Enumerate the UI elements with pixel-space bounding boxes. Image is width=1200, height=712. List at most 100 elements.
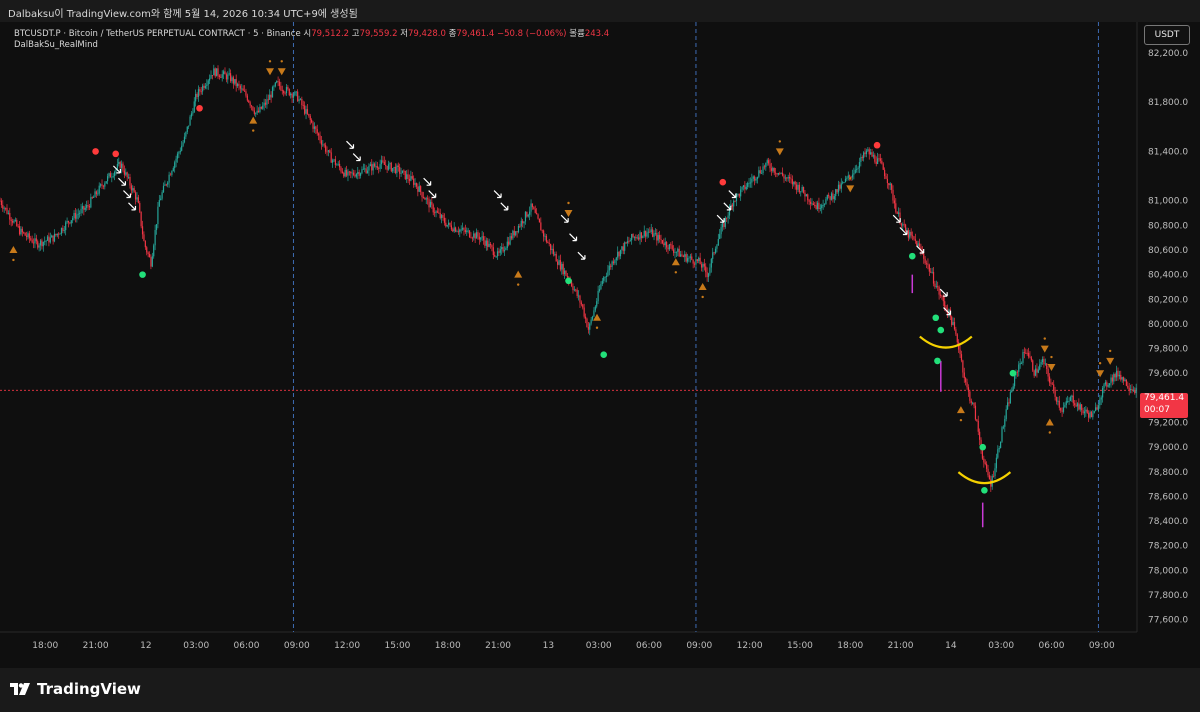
candle-body <box>1046 363 1048 369</box>
candle-body <box>997 449 999 458</box>
candle-body <box>480 237 482 240</box>
candle-body <box>1079 404 1081 410</box>
symbol-name[interactable]: BTCUSDT.P · Bitcoin / TetherUS PERPETUAL… <box>14 29 301 39</box>
candle-body <box>671 245 673 250</box>
candle-body <box>775 172 777 174</box>
candle-body <box>552 248 555 255</box>
candle-body <box>365 168 367 174</box>
candle-body <box>772 167 774 171</box>
candle-body <box>414 183 416 185</box>
candle-body <box>74 212 77 219</box>
candle-body <box>350 171 352 174</box>
candle-body <box>995 457 998 469</box>
candle-body <box>784 177 786 179</box>
candle-body <box>155 224 158 231</box>
candle-body <box>401 170 404 174</box>
price-tick-label: 79,800.0 <box>1148 345 1188 355</box>
buy-signal-dot <box>937 326 945 334</box>
candle-body <box>411 176 413 179</box>
signal-arrow <box>428 190 437 199</box>
candle-body <box>1002 426 1004 428</box>
candle-body <box>1128 387 1130 391</box>
candle-body <box>1001 427 1003 442</box>
candle-body <box>429 201 432 208</box>
price-tick-label: 78,400.0 <box>1148 517 1188 527</box>
candle-body <box>501 247 503 250</box>
candle-body <box>446 224 448 227</box>
candle-body <box>456 231 458 233</box>
candle-body <box>387 164 390 170</box>
candle-body <box>979 431 981 440</box>
candle-body <box>415 183 418 187</box>
candle-body <box>77 213 79 215</box>
candlestick-chart[interactable]: 82,200.0 81,800.0 81,400.0 81,000.0 80,800.0… <box>0 22 1200 668</box>
candle-body <box>653 233 655 237</box>
candle-body <box>181 145 183 151</box>
candle-body <box>955 329 957 335</box>
candle-body <box>7 213 9 214</box>
candle-body <box>120 163 123 168</box>
candle-body <box>427 198 429 200</box>
currency-button[interactable]: USDT <box>1144 25 1190 45</box>
candle-body <box>586 318 588 328</box>
buy-signal-dot <box>600 351 608 359</box>
candle-body <box>984 462 986 464</box>
price-tick-label: 79,200.0 <box>1148 419 1188 429</box>
candle-body <box>343 172 345 177</box>
candle-body <box>232 77 234 84</box>
candle-body <box>860 157 862 163</box>
candle-body <box>666 242 668 248</box>
candle-body <box>150 257 152 267</box>
candle-body <box>192 112 194 114</box>
candle-body <box>336 164 338 166</box>
candle-body <box>385 164 387 166</box>
candle-body <box>970 400 972 403</box>
candle-body <box>766 160 768 163</box>
candle-body <box>65 222 67 231</box>
candle-body <box>790 178 792 180</box>
candle-body <box>689 256 691 258</box>
candle-body <box>90 197 92 208</box>
time-tick-label: 18:00 <box>32 641 58 651</box>
candle-body <box>1040 362 1042 365</box>
candle-body <box>597 290 599 302</box>
candle-body <box>94 191 96 198</box>
candle-body <box>122 163 124 171</box>
candle-body <box>1025 352 1027 354</box>
candle-body <box>280 85 282 91</box>
price-tick-label: 78,000.0 <box>1148 566 1188 576</box>
candle-body <box>885 176 887 179</box>
buy-signal-dot <box>932 314 940 322</box>
candle-body <box>815 205 817 210</box>
candle-body <box>944 301 946 307</box>
candle-body <box>386 165 388 170</box>
candle-body <box>327 150 330 152</box>
candle-body <box>1078 403 1080 410</box>
candle-body <box>308 113 310 116</box>
candle-body <box>10 219 12 222</box>
price-tick-label: 80,800.0 <box>1148 221 1188 231</box>
candle-body <box>492 247 494 256</box>
chart-area[interactable]: 82,200.0 81,800.0 81,400.0 81,000.0 80,800.0… <box>0 22 1200 668</box>
candle-body <box>1134 389 1136 394</box>
tradingview-logo[interactable]: TradingView <box>10 680 141 698</box>
candle-body <box>797 184 799 190</box>
candle-body <box>962 360 964 373</box>
candle-body <box>800 191 802 193</box>
indicator-name[interactable]: DalBakSu_RealMind <box>14 40 98 50</box>
candle-body <box>66 220 68 223</box>
time-tick-label: 15:00 <box>787 641 813 651</box>
candle-body <box>522 220 524 224</box>
candle-body <box>81 206 84 209</box>
candle-body <box>907 230 909 238</box>
candle-body <box>856 169 858 170</box>
candle-body <box>0 200 2 206</box>
candle-body <box>1100 397 1102 400</box>
candle-body <box>422 197 425 198</box>
buy-signal-dot <box>981 486 988 494</box>
candle-body <box>659 235 661 240</box>
candle-body <box>1106 382 1108 387</box>
candle-body <box>260 106 262 109</box>
candle-body <box>216 68 218 77</box>
candle-body <box>1012 386 1014 391</box>
